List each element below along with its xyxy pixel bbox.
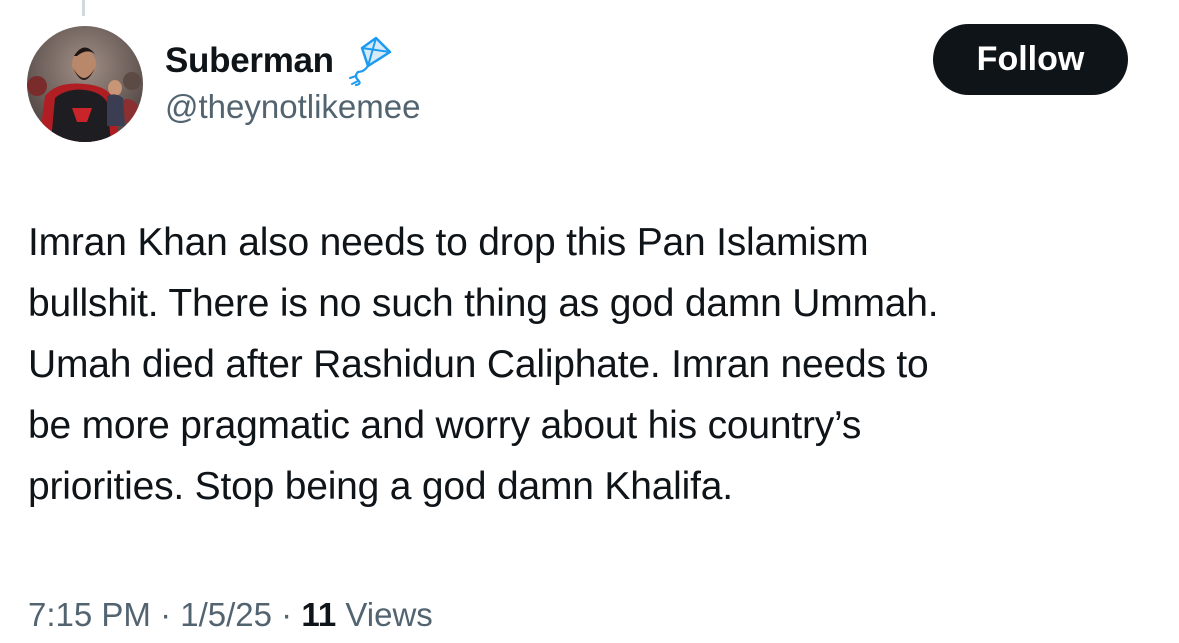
meta-separator: ·	[150, 596, 181, 633]
meta-separator: ·	[271, 596, 302, 633]
tweet-text-line: Umah died after Rashidun Caliphate. Imra…	[28, 343, 929, 386]
views-label: Views	[336, 596, 433, 633]
views-count[interactable]: 11	[301, 596, 336, 633]
tweet-date[interactable]: 1/5/25	[180, 596, 272, 633]
kite-icon	[346, 36, 394, 87]
user-handle[interactable]: @theynotlikemee	[165, 88, 420, 126]
tweet-card: Suberman @theynotlikemee Follow Imran Kh…	[0, 0, 1179, 643]
tweet-text-line: bullshit. There is no such thing as god …	[28, 282, 939, 325]
avatar[interactable]	[27, 26, 143, 142]
tweet-text: Imran Khan also needs to drop this Pan I…	[28, 212, 1148, 517]
user-info: Suberman @theynotlikemee	[165, 36, 420, 126]
display-name[interactable]: Suberman	[165, 41, 334, 81]
thread-connector-line	[82, 0, 85, 16]
tweet-text-line: be more pragmatic and worry about his co…	[28, 404, 862, 447]
tweet-text-line: priorities. Stop being a god damn Khalif…	[28, 465, 733, 508]
follow-button[interactable]: Follow	[933, 24, 1128, 95]
tweet-text-line: Imran Khan also needs to drop this Pan I…	[28, 221, 869, 264]
tweet-meta: 7:15 PM · 1/5/25 · 11 Views	[28, 596, 433, 634]
name-row: Suberman	[165, 36, 420, 87]
tweet-time[interactable]: 7:15 PM	[28, 596, 151, 633]
